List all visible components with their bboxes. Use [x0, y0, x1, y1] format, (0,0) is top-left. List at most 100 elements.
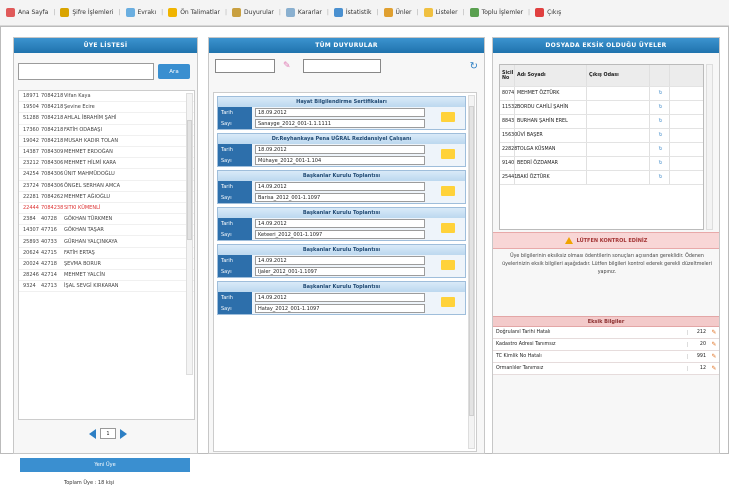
refresh-icon[interactable]: ↻: [470, 61, 478, 72]
member-row[interactable]: 23724 7084306 ÖNGEL SERHAN AMCA: [19, 181, 194, 192]
member-list-title: ÜYE LİSTESİ: [14, 38, 197, 53]
pencil-icon[interactable]: ✎: [709, 341, 719, 348]
table-row[interactable]: 9140 BEDRİ ÖZDAMAR ↻: [500, 157, 703, 171]
toolbar-item[interactable]: Listeler: [423, 8, 458, 17]
toolbar-item[interactable]: Duyurular: [232, 8, 274, 17]
top-navigation-bar: Ana Sayfa | Şifre İşlemleri | Evrakı | Ön Tali…: [0, 0, 729, 26]
pencil-icon[interactable]: ✎: [709, 365, 719, 372]
member-row[interactable]: 2384 40728 GÖKHAN TÜRKMEN: [19, 214, 194, 226]
member-row[interactable]: 24254 7084306 ÜNIT MAHMÜDOĞLU: [19, 169, 194, 181]
folder-icon[interactable]: [441, 297, 455, 307]
announcement-title[interactable]: Başkanlar Kurulu Toplantısı: [218, 282, 465, 292]
pencil-icon[interactable]: ✎: [709, 353, 719, 360]
member-cell: 23724: [23, 182, 39, 189]
table-cell: BORDU CAHİLİ ŞAHİN: [515, 101, 587, 114]
column-header[interactable]: Sicil No: [500, 65, 515, 86]
toolbar-item[interactable]: Kararlar: [285, 8, 322, 17]
member-row[interactable]: 23212 7084306 MEHMET HİLMİ KARA: [19, 158, 194, 170]
next-page-icon[interactable]: [120, 428, 127, 439]
toolbar-item[interactable]: Ünler: [383, 8, 412, 17]
member-row[interactable]: 22281 7084262 MEHMET AĞIOĞLU: [19, 192, 194, 203]
toolbar-item[interactable]: Toplu İşlemler: [469, 8, 523, 17]
announcement-filter-input[interactable]: [215, 59, 275, 73]
member-row[interactable]: 9324 42713 İŞAL SEVGİ KIRKARAN: [19, 281, 194, 293]
table-row[interactable]: 22828 TOLGA KÜSMAN ↻: [500, 143, 703, 157]
toolbar-item-label: Kararlar: [297, 9, 322, 16]
member-row[interactable]: 20624 42715 FATİH ERTAŞ: [19, 248, 194, 259]
pencil-icon[interactable]: ✎: [709, 329, 719, 336]
announcement-search-input[interactable]: [303, 59, 381, 73]
table-row[interactable]: 8843 BURHAN ŞAHİN EREL ↻: [500, 115, 703, 129]
folder-icon[interactable]: [441, 186, 455, 196]
member-cell: 7084238: [41, 204, 64, 211]
pencil-icon[interactable]: ✎: [283, 60, 295, 72]
member-cell: MEHMET ERDOĞAN: [64, 149, 113, 156]
toolbar-item[interactable]: Ana Sayfa: [6, 8, 48, 17]
member-cell: 51288: [23, 115, 39, 122]
member-cell: 25893: [23, 238, 39, 245]
member-row[interactable]: 25893 40733 GÜRHAN YALÇINKAYA: [19, 236, 194, 248]
folder-icon[interactable]: [441, 260, 455, 270]
table-cell: 25441: [500, 171, 517, 184]
column-header[interactable]: [650, 65, 670, 86]
folder-icon: [383, 8, 393, 17]
toolbar-item[interactable]: Çıkış: [535, 8, 561, 17]
refresh-icon[interactable]: ↻: [650, 171, 670, 184]
table-row[interactable]: 8074 MEHMET ÖZTÜRK ↻: [500, 87, 703, 101]
member-cell: 40733: [41, 238, 57, 245]
search-button[interactable]: Ara: [158, 64, 190, 79]
member-row[interactable]: 28246 42714 MEHMET YALCİN: [19, 270, 194, 282]
table-row[interactable]: 11532 BORDU CAHİLİ ŞAHİN ↻: [500, 101, 703, 115]
member-row[interactable]: 20024 42718 ŞEVMA BORUR: [19, 259, 194, 270]
announcement-title[interactable]: Dr.Reyhankaya Pena UĞRAL Rezidansiyel Ça…: [218, 134, 465, 144]
member-row[interactable]: 51288 7084218 AHLAL İBRAHİM ŞAHİ: [19, 113, 194, 125]
member-row[interactable]: 18971 7084218 Vifan Kaya: [19, 91, 194, 103]
toolbar-item[interactable]: İstatistik: [333, 8, 371, 17]
refresh-icon[interactable]: ↻: [650, 101, 670, 114]
toolbar-item[interactable]: Şifre İşlemleri: [60, 8, 113, 17]
announcement-title[interactable]: Hayat Bilgilendirme Sertifikaları: [218, 97, 465, 107]
toolbar-item[interactable]: Ön Talimatlar: [168, 8, 220, 17]
column-header[interactable]: Çıkış Odası: [587, 65, 650, 86]
refresh-icon[interactable]: ↻: [650, 87, 670, 100]
member-search-input[interactable]: [18, 63, 154, 80]
missing-members-scrollbar[interactable]: [706, 64, 713, 230]
refresh-icon[interactable]: ↻: [650, 115, 670, 128]
table-cell: ÜVİ BAŞER: [515, 129, 587, 142]
table-row[interactable]: 15630 ÜVİ BAŞER ↻: [500, 129, 703, 143]
member-row[interactable]: 14387 7084309 MEHMET ERDOĞAN: [19, 147, 194, 159]
toolbar-item[interactable]: Evrakı: [125, 8, 156, 17]
member-row[interactable]: 19042 7084218 MUSAH KADIR TOLAN: [19, 136, 194, 147]
table-row[interactable]: 25441 BAKİ ÖZTÜRK ↻: [500, 171, 703, 185]
folder-icon[interactable]: [441, 149, 455, 159]
member-row[interactable]: 19504 7084218 Şevine Ecire: [19, 102, 194, 114]
announcement-scrollbar[interactable]: [468, 95, 475, 449]
new-member-button[interactable]: Yeni Üye: [20, 458, 190, 472]
member-row[interactable]: 22444 7084238 SITKI KÜMENLİ: [19, 203, 194, 215]
toolbar-separator: |: [225, 9, 228, 16]
member-row[interactable]: 14307 47716 GÖKHAN TAŞAR: [19, 225, 194, 237]
refresh-icon[interactable]: ↻: [650, 157, 670, 170]
column-header[interactable]: Adı Soyadı: [515, 65, 587, 86]
folder-icon[interactable]: [441, 223, 455, 233]
announcement-card: Başkanlar Kurulu Toplantısı Tarih 14.09.20…: [217, 281, 466, 315]
missing-info-label: Ormanlıler Tanımsız: [496, 366, 544, 371]
announcement-title[interactable]: Başkanlar Kurulu Toplantısı: [218, 245, 465, 255]
table-cell: [587, 143, 650, 156]
member-list-scrollbar[interactable]: [186, 93, 193, 375]
date-field: 14.09.2012: [255, 256, 425, 265]
folder-icon[interactable]: [441, 112, 455, 122]
missing-members-title: DOSYADA EKSİK OLDUĞU ÜYELER: [493, 38, 719, 53]
table-cell: [587, 115, 650, 128]
page-number-field[interactable]: 1: [100, 428, 116, 439]
exit-icon: [535, 8, 545, 17]
prev-page-icon[interactable]: [89, 428, 96, 439]
home-icon: [6, 8, 15, 17]
announcement-title[interactable]: Başkanlar Kurulu Toplantısı: [218, 171, 465, 181]
announcement-title[interactable]: Başkanlar Kurulu Toplantısı: [218, 208, 465, 218]
toolbar-separator: |: [53, 9, 56, 16]
member-row[interactable]: 17360 7084218 FATİH ODABAŞI: [19, 125, 194, 136]
refresh-icon[interactable]: ↻: [650, 143, 670, 156]
member-cell: GÖKHAN TAŞAR: [64, 227, 104, 234]
refresh-icon[interactable]: ↻: [650, 129, 670, 142]
